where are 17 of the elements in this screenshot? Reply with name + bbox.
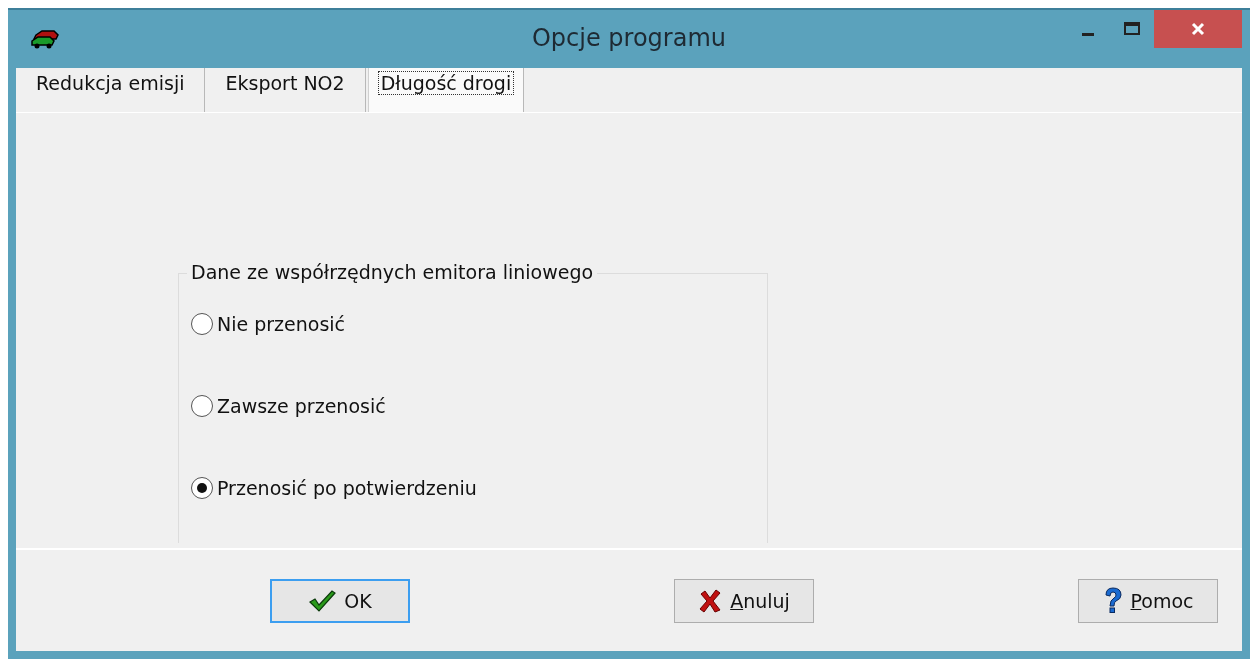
cancel-button[interactable]: Anuluj	[674, 578, 814, 623]
question-icon	[1102, 586, 1123, 615]
close-icon	[1191, 22, 1205, 36]
radio-option[interactable]: Zawsze przenosić	[191, 390, 767, 422]
cross-icon	[698, 588, 723, 613]
radio-option[interactable]: Przenosić po potwierdzeniu	[191, 472, 767, 504]
window-title: Opcje programu	[532, 24, 726, 52]
minimize-icon	[1082, 32, 1094, 36]
ok-button[interactable]: OK	[270, 578, 410, 623]
check-icon	[308, 588, 337, 613]
close-button[interactable]	[1154, 10, 1242, 48]
maximize-icon	[1123, 21, 1141, 37]
group-title: Dane ze współrzędnych emitora liniowego	[187, 261, 598, 283]
radio-option[interactable]: Nie przenosić	[191, 308, 767, 340]
tab[interactable]: Długość drogi	[367, 68, 525, 112]
help-button[interactable]: Pomoc	[1078, 578, 1218, 623]
car-icon	[30, 29, 60, 49]
